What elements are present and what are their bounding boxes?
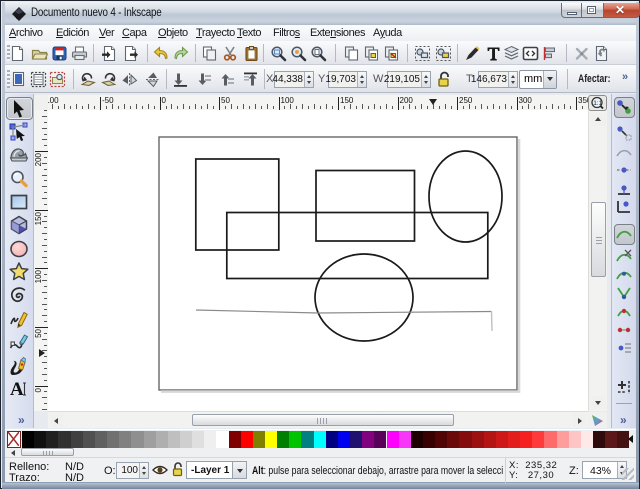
- svg-text:A: A: [10, 379, 24, 400]
